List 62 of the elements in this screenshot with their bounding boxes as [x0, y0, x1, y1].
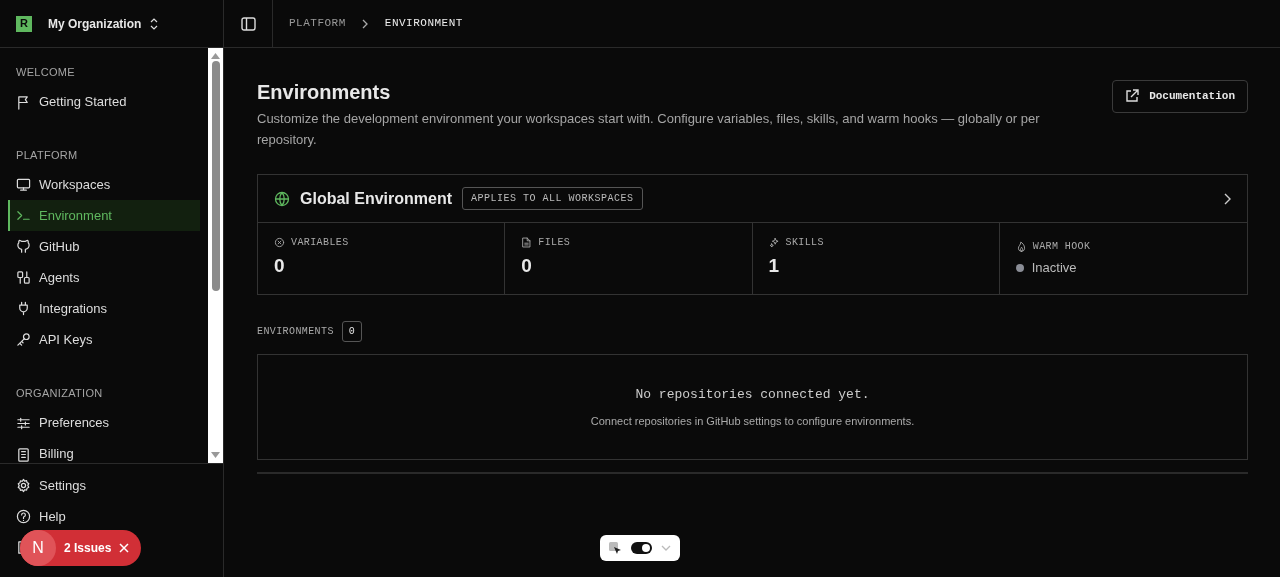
nav-item[interactable]: Environment [8, 200, 200, 231]
flag-icon [16, 94, 31, 110]
sliders-icon [16, 415, 31, 431]
section-heading: PLATFORM [15, 147, 79, 163]
section-title: ENVIRONMENTS [257, 325, 334, 339]
variable-icon [274, 237, 285, 248]
flame-icon [1015, 241, 1027, 252]
breadcrumb-current: ENVIRONMENT [384, 16, 463, 32]
sidebar-toggle-icon[interactable] [240, 16, 256, 31]
breadcrumb-link[interactable]: PLATFORM [289, 15, 346, 32]
section-heading: ORGANIZATION [15, 386, 104, 401]
stat-label: FILES [521, 235, 736, 250]
external-link-icon [1125, 89, 1140, 104]
cursor-icon[interactable] [609, 541, 622, 555]
count-badge: 0 [341, 321, 362, 342]
github-icon [16, 239, 31, 254]
org-logo: R [16, 15, 32, 32]
scroll-down-icon[interactable] [211, 452, 220, 458]
plug-icon [16, 301, 31, 316]
file-icon [521, 237, 533, 248]
section-heading: WELCOME [15, 65, 76, 80]
nav-item[interactable]: Agents [8, 262, 200, 293]
key-icon [16, 332, 31, 347]
help-icon [16, 509, 31, 524]
close-icon[interactable] [119, 543, 130, 553]
nav-item[interactable]: Preferences [8, 407, 200, 439]
terminal-icon [16, 208, 31, 223]
scope-badge: APPLIES TO ALL WORKSPACES [462, 187, 643, 210]
monitor-icon [16, 177, 31, 192]
nav-item[interactable]: Billing [8, 438, 200, 463]
gear-icon [16, 478, 31, 493]
chevron-right-icon [1223, 192, 1231, 205]
stat-value: 0 [521, 254, 533, 278]
scroll-up-icon[interactable] [211, 53, 220, 59]
issues-toast[interactable]: N 2 Issues [20, 530, 142, 566]
chevron-updown-icon [149, 17, 160, 30]
stat-label: WARM HOOK [1015, 239, 1231, 254]
stat-value: 1 [768, 254, 781, 278]
empty-hint: Connect repositories in GitHub settings to configure environments. [590, 413, 915, 429]
documentation-button[interactable]: Documentation [1112, 80, 1248, 113]
page-description: Customize the development environment your workspaces start with. Configure variables, files, skills, and warm hooks — globally or per repository. [257, 110, 1041, 149]
stat-label: VARIABLES [274, 235, 489, 250]
page-title: Environments [257, 80, 392, 104]
nav-item[interactable]: Help [8, 501, 215, 532]
nav-item[interactable]: Settings [8, 470, 215, 501]
nav-item[interactable]: Getting Started [8, 86, 200, 118]
global-environment-card[interactable]: Global Environment APPLIES TO ALL WORKSPACES VARIABLES 0 FILES 0 SKILLS 1 WARM HOOK Inactive [257, 174, 1248, 295]
globe-icon [274, 190, 290, 207]
nav-item[interactable]: API Keys [8, 324, 200, 355]
chevron-right-icon [361, 18, 369, 29]
stat-value: 0 [274, 254, 286, 278]
empty-title: No repositories connected yet. [635, 386, 870, 404]
scrollbar[interactable] [208, 48, 223, 463]
status-text: Inactive [1031, 259, 1077, 277]
card-title: Global Environment [300, 188, 452, 209]
toggle-switch[interactable] [631, 542, 652, 554]
nav-item[interactable]: Workspaces [8, 169, 200, 200]
nav-item[interactable]: GitHub [8, 231, 200, 262]
sparkles-icon [768, 237, 780, 248]
stat-label: SKILLS [768, 235, 983, 250]
org-switcher[interactable]: My Organization [48, 14, 160, 33]
nav-item[interactable]: Integrations [8, 293, 200, 324]
